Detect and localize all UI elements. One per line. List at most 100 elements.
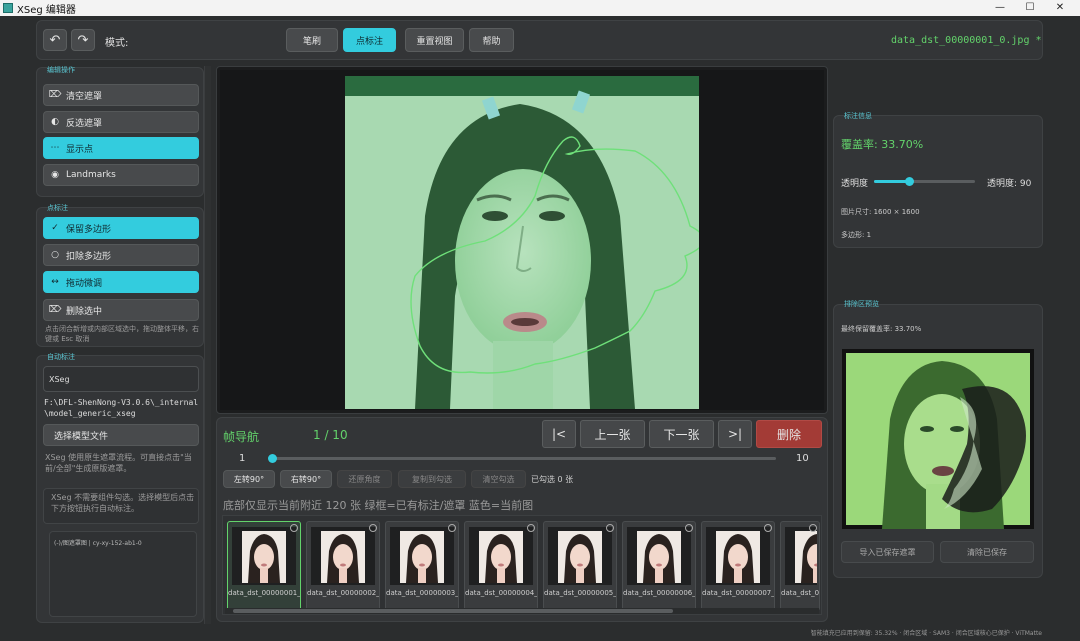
nav-title: 帧导航 [223,430,260,444]
eye-icon: ◉ [51,170,59,180]
subtract-polygon-button[interactable]: ○ 扣除多边形 [43,244,199,266]
thumbnail-face [479,531,523,583]
thumbnail-image [627,527,691,585]
thumbnail-item[interactable]: data_dst_00000006_0 [622,521,696,611]
next-frame-button[interactable]: 下一张 [649,420,714,448]
frame-slider-handle[interactable] [268,454,277,463]
thumbnail-label: data_dst_00000007_0 [702,589,774,597]
thumbnail-image [548,527,612,585]
auto-list-item[interactable]: (-)/图遮罩图 | cy-xy-152-ab1-0 [54,538,142,547]
thumbnail-item[interactable]: data_dst_00000007_0 [701,521,775,611]
thumbnail-item[interactable]: data_dst_00000005_0 [543,521,617,611]
close-button[interactable]: ✕ [1045,0,1075,16]
sidebar-scrollbar[interactable] [204,66,211,624]
landmarks-button[interactable]: ◉ Landmarks [43,164,199,186]
thumbnail-checkbox[interactable] [448,524,456,532]
points-icon: ⋯ [50,143,60,153]
arrows-icon: ↔ [51,277,59,287]
edit-ops-title: 编辑操作 [47,66,75,74]
thumb-scroll-handle[interactable] [233,609,673,613]
clear-mask-button[interactable]: ⌦ 清空遮罩 [43,84,199,106]
opacity-value: 透明度: 90 [987,179,1032,189]
auto-label-title: 自动标注 [47,353,75,361]
auto-note: XSeg 不需要组件勾选。选择模型后点击下方按钮执行自动标注。 [51,493,195,513]
thumbnail-checkbox[interactable] [764,524,772,532]
circle-icon: ○ [51,250,59,260]
mode-label: 模式: [105,38,129,49]
copy-to-checked-button[interactable]: 复制到勾选 [398,470,466,488]
face-image[interactable] [345,76,699,409]
thumbnail-item[interactable]: data_dst_0 [780,521,820,611]
title-bar: XSeg 编辑器 — ☐ ✕ [0,0,1080,16]
checked-count: 已勾选 0 张 [531,475,574,484]
thumbnail-item[interactable]: data_dst_00000002_0 [306,521,380,611]
polygon-count: 多边形: 1 [841,231,872,239]
thumb-scrollbar[interactable] [225,608,819,614]
rotate-left-button[interactable]: 左转90° [223,470,275,488]
tool-point-button[interactable]: 点标注 [343,28,396,52]
choose-model-button[interactable]: 选择模型文件 [43,424,199,446]
thumbnail-checkbox[interactable] [527,524,535,532]
window-title: XSeg 编辑器 [17,5,76,16]
rotate-right-button[interactable]: 右转90° [280,470,332,488]
auto-desc: XSeg 使用原生遮罩流程。可直接点击"当前/全部"生成原版遮罩。 [45,453,192,473]
import-saved-mask-button[interactable]: 导入已保存遮罩 [841,541,934,563]
opacity-label: 透明度 [841,179,869,189]
show-points-button[interactable]: ⋯ 显示点 [43,137,199,159]
prev-frame-button[interactable]: 上一张 [580,420,645,448]
keep-polygon-button[interactable]: ✓ 保留多边形 [43,217,199,239]
thumbnail-item[interactable]: data_dst_00000001_0 [227,521,301,611]
thumbnail-face [558,531,602,583]
undo-button[interactable]: ↶ [43,29,67,51]
thumbnail-face [321,531,365,583]
clear-saved-button[interactable]: 清除已保存 [940,541,1034,563]
delete-selected-button[interactable]: ⌦ 删除选中 [43,299,199,321]
drag-adjust-button[interactable]: ↔ 拖动微调 [43,271,199,293]
thumbnail-checkbox[interactable] [369,524,377,532]
thumbnail-face [400,531,444,583]
image-size: 图片尺寸: 1600 × 1600 [841,208,920,216]
maximize-button[interactable]: ☐ [1015,0,1045,16]
thumbnail-label: data_dst_00000006_0 [623,589,695,597]
app-icon [3,3,13,13]
thumbnail-image [469,527,533,585]
thumbnail-label: data_dst_00000002_0 [307,589,379,597]
first-frame-button[interactable]: |< [542,420,576,448]
model-path: F:\DFL-ShenNong-V3.0.6\_internal\model_g… [44,398,199,418]
preview-title: 排除区预览 [844,300,879,308]
help-button[interactable]: 帮助 [469,28,514,52]
delete-frame-button[interactable]: 删除 [756,420,822,448]
opacity-slider-track[interactable] [874,177,975,186]
thumbnail-face [637,531,681,583]
coverage-text: 覆盖率: 33.70% [841,138,924,151]
thumbnail-checkbox[interactable] [685,524,693,532]
thumbnail-item[interactable]: data_dst_00000004_0 [464,521,538,611]
slider-max-label: 10 [796,453,809,464]
model-name-field[interactable]: XSeg [43,366,199,392]
thumbnail-image [232,527,296,585]
restore-angle-button[interactable]: 还原角度 [337,470,392,488]
opacity-slider-fill [874,180,910,183]
tool-brush-button[interactable]: 笔刷 [286,28,338,52]
thumbnail-label: data_dst_00000003_0 [386,589,458,597]
thumbnail-image [706,527,770,585]
invert-mask-button[interactable]: ◐ 反选遮罩 [43,111,199,133]
frame-slider-track[interactable] [268,454,776,463]
thumbnail-checkbox[interactable] [290,524,298,532]
slider-min-label: 1 [239,453,246,464]
stats-title: 标注信息 [844,112,872,120]
thumbnail-label: data_dst_00000004_0 [465,589,537,597]
frame-counter: 1 / 10 [313,428,348,442]
minimize-button[interactable]: — [985,0,1015,16]
thumbnail-face [795,531,817,583]
thumbnail-label: data_dst_00000001_0 [228,589,300,597]
last-frame-button[interactable]: >| [718,420,752,448]
thumbnail-item[interactable]: data_dst_00000003_0 [385,521,459,611]
clear-checked-button[interactable]: 清空勾选 [471,470,526,488]
current-filename: data_dst_00000001_0.jpg * [891,35,1042,46]
thumbnail-image [390,527,454,585]
reset-view-button[interactable]: 重置视图 [405,28,464,52]
redo-button[interactable]: ↷ [71,29,95,51]
thumbnail-checkbox[interactable] [809,524,817,532]
thumbnail-checkbox[interactable] [606,524,614,532]
